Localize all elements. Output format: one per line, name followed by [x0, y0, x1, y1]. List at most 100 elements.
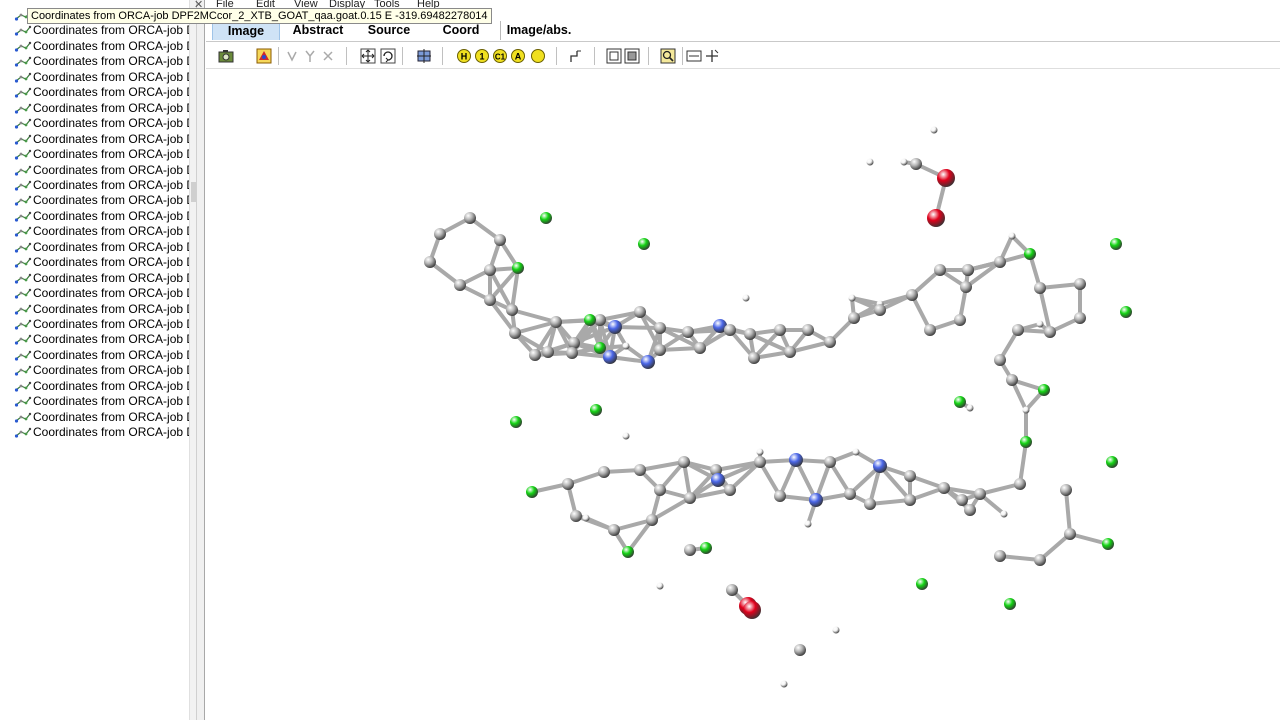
atom-h[interactable]	[900, 158, 908, 166]
atom-h[interactable]	[866, 158, 874, 166]
atom-c[interactable]	[682, 326, 694, 338]
atom-cl[interactable]	[700, 542, 712, 554]
tree-item[interactable]: Coordinates from ORCA-job DI	[14, 255, 194, 270]
atom-c[interactable]	[724, 324, 736, 336]
atom-cl[interactable]	[1004, 598, 1016, 610]
atom-c[interactable]	[494, 234, 506, 246]
atom-c[interactable]	[1034, 282, 1046, 294]
close-icon[interactable]: ✕	[194, 0, 203, 11]
atom-h[interactable]	[582, 514, 590, 522]
atom-cl[interactable]	[510, 416, 522, 428]
atom-h[interactable]	[832, 626, 840, 634]
atom-c[interactable]	[484, 294, 496, 306]
tree-item[interactable]: Coordinates from ORCA-job DI	[14, 54, 194, 69]
rotate-icon[interactable]	[380, 48, 396, 64]
atom-c[interactable]	[774, 324, 786, 336]
atom-n[interactable]	[641, 355, 655, 369]
tool-b-icon[interactable]	[302, 48, 318, 64]
tree-item[interactable]: Coordinates from ORCA-job DI	[14, 116, 194, 131]
atom-c[interactable]	[509, 327, 521, 339]
circle-icon[interactable]	[530, 48, 546, 64]
atom-c[interactable]	[484, 264, 496, 276]
tree-item[interactable]: Coordinates from ORCA-job DI	[14, 163, 194, 178]
tree-item[interactable]: Coordinates from ORCA-job DI	[14, 302, 194, 317]
atom-c[interactable]	[864, 498, 876, 510]
atom-c[interactable]	[938, 482, 950, 494]
tree-item[interactable]: Coordinates from ORCA-job DI	[14, 240, 194, 255]
atom-c[interactable]	[910, 158, 922, 170]
atom-h[interactable]	[1036, 320, 1044, 328]
tree-item[interactable]: Coordinates from ORCA-job DI	[14, 209, 194, 224]
atom-cl[interactable]	[1110, 238, 1122, 250]
atom-cl[interactable]	[590, 404, 602, 416]
atom-cl[interactable]	[540, 212, 552, 224]
fit-icon[interactable]	[360, 48, 376, 64]
atom-h[interactable]	[1000, 510, 1008, 518]
atom-c[interactable]	[562, 478, 574, 490]
atom-n[interactable]	[603, 350, 617, 364]
zoom-icon[interactable]	[660, 48, 676, 64]
atom-h[interactable]	[966, 404, 974, 412]
atom-c[interactable]	[1014, 478, 1026, 490]
atom-c[interactable]	[794, 644, 806, 656]
atom-c[interactable]	[934, 264, 946, 276]
atom-c[interactable]	[964, 504, 976, 516]
atom-c[interactable]	[464, 212, 476, 224]
atom-c[interactable]	[974, 488, 986, 500]
atom-c[interactable]	[824, 336, 836, 348]
camera-icon[interactable]	[218, 48, 234, 64]
panel-splitter[interactable]	[196, 0, 205, 720]
atom-c[interactable]	[654, 344, 666, 356]
tree-item[interactable]: Coordinates from ORCA-job DI	[14, 224, 194, 239]
atom-c[interactable]	[598, 466, 610, 478]
atom-c[interactable]	[654, 322, 666, 334]
tree-item[interactable]: Coordinates from ORCA-job DI	[14, 147, 194, 162]
atom-cl[interactable]	[1106, 456, 1118, 468]
atom-cl[interactable]	[1024, 248, 1036, 260]
atom-n[interactable]	[873, 459, 887, 473]
tree-item[interactable]: Coordinates from ORCA-job DI	[14, 23, 194, 38]
tree-item[interactable]: Coordinates from ORCA-job DI	[14, 39, 194, 54]
atom-c[interactable]	[784, 346, 796, 358]
atom-cl[interactable]	[1102, 538, 1114, 550]
atom-c[interactable]	[529, 349, 541, 361]
atom-cl[interactable]	[1020, 436, 1032, 448]
atom-h[interactable]	[848, 294, 856, 302]
atom-cl[interactable]	[526, 486, 538, 498]
tree-item[interactable]: Coordinates from ORCA-job DI	[14, 363, 194, 378]
tree-item[interactable]: Coordinates from ORCA-job DI	[14, 132, 194, 147]
atom-c[interactable]	[748, 352, 760, 364]
atom-c[interactable]	[1006, 374, 1018, 386]
atom-cl[interactable]	[638, 238, 650, 250]
atom-h[interactable]	[1008, 232, 1016, 240]
atom-c[interactable]	[844, 488, 856, 500]
atom-c[interactable]	[1044, 326, 1056, 338]
atom-c[interactable]	[962, 264, 974, 276]
atom-c[interactable]	[1074, 278, 1086, 290]
frame-b-icon[interactable]	[624, 48, 640, 64]
atom-c[interactable]	[904, 494, 916, 506]
atom-h[interactable]	[930, 126, 938, 134]
tree-item[interactable]: Coordinates from ORCA-job DI	[14, 394, 194, 409]
atom-cl[interactable]	[1120, 306, 1132, 318]
atom-c[interactable]	[566, 347, 578, 359]
atom-cl[interactable]	[954, 396, 966, 408]
atom-c[interactable]	[754, 456, 766, 468]
atom-h[interactable]	[852, 448, 860, 456]
tree-item[interactable]: Coordinates from ORCA-job DI	[14, 178, 194, 193]
atom-c[interactable]	[724, 484, 736, 496]
tab-image-abs[interactable]: Image/abs.	[500, 21, 577, 40]
atom-c[interactable]	[550, 316, 562, 328]
atom-o[interactable]	[927, 209, 945, 227]
atom-c[interactable]	[684, 544, 696, 556]
tree-item[interactable]: Coordinates from ORCA-job DI	[14, 101, 194, 116]
c1-label-icon[interactable]: C1	[492, 48, 508, 64]
tool-c-icon[interactable]	[320, 48, 336, 64]
tree-item[interactable]: Coordinates from ORCA-job DI	[14, 271, 194, 286]
frame-a-icon[interactable]	[606, 48, 622, 64]
move-icon[interactable]	[416, 48, 432, 64]
atom-cl[interactable]	[1038, 384, 1050, 396]
atom-c[interactable]	[506, 304, 518, 316]
atom-h[interactable]	[742, 294, 750, 302]
atom-h[interactable]	[756, 448, 764, 456]
